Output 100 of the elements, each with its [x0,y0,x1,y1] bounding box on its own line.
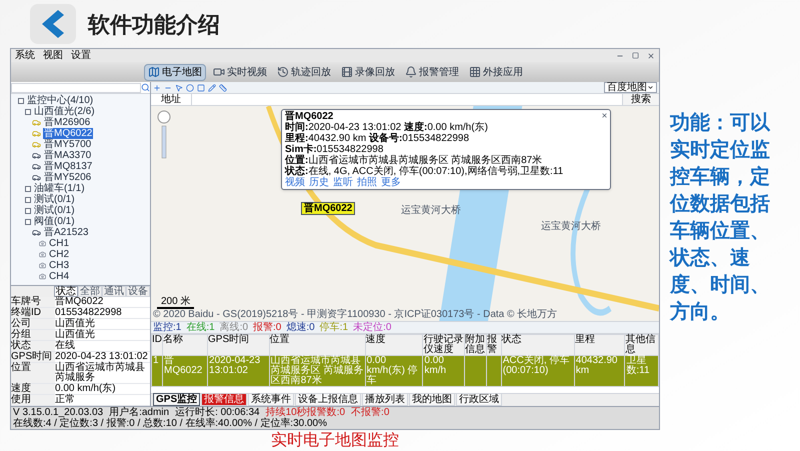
camera-icon [39,240,46,247]
property-tab[interactable]: 全部 [78,286,102,297]
table-cell [464,356,487,386]
status-text: 在线数:4 / 定位数:3 / 报警:0 / 总数:10 / 在线率:40.00% / 定位率:30.00% [13,418,327,429]
ruler-icon[interactable] [219,84,227,92]
maximize-icon[interactable] [632,52,639,59]
tree-item[interactable]: 山西值光(2/6) [33,106,96,117]
camera-icon [39,251,46,258]
popup-link[interactable]: 拍照 [357,177,377,188]
history-icon [277,66,289,78]
group-checkbox-icon[interactable] [25,196,31,202]
tree-search-field[interactable] [11,82,141,92]
vehicle-marker[interactable]: 晋MQ6022 [301,202,356,215]
popup-link[interactable]: 历史 [309,177,329,188]
bottom-tab[interactable]: 设备上报信息 [295,393,362,406]
tree-item[interactable]: 测试(0/1) [33,205,76,216]
legend-item: 监控:1 [153,322,182,333]
popup-text: 里程:40432.90 km 设备号:015534822998 [285,133,470,144]
feature-description: 功能：可以实时定位监控车辆，定位数据包括车辆位置、状态、速度、时间、方向。 [670,111,772,325]
tree-item[interactable]: CH4 [48,271,70,282]
nav-tab[interactable]: 录像回放 [338,64,398,80]
tree-item[interactable]: 监控中心(4/10) [26,95,94,106]
tree-item[interactable]: 油罐车(1/1) [33,183,86,194]
slide-caption: 实时电子地图监控 [271,432,399,450]
pencil-icon[interactable] [208,84,216,92]
zoom-in-icon[interactable] [153,84,161,92]
map-icon [148,66,160,78]
tree-item[interactable]: 晋MY5206 [43,172,92,183]
property-label: 分组 [11,330,55,340]
column-header[interactable]: ID [152,334,162,356]
property-value: 山西值光 [55,330,96,340]
property-value: 正常 [55,395,76,405]
property-value: 山西值光 [55,319,96,329]
search-icon[interactable] [141,83,150,92]
group-checkbox-icon[interactable] [25,186,31,192]
menu-item[interactable]: 视图 [43,50,63,62]
rectangle-icon[interactable] [197,84,205,92]
tree-item[interactable]: 晋MA3370 [43,150,92,161]
table-cell [486,356,502,386]
popup-link[interactable]: 视频 [285,177,305,188]
circle-icon[interactable] [186,84,194,92]
nav-tab[interactable]: 实时视频 [210,64,270,80]
menu-item[interactable]: 设置 [71,50,91,62]
tree-item[interactable]: CH2 [48,249,70,260]
group-checkbox-icon[interactable] [25,108,31,114]
map-copyright: © 2020 Baidu - GS(2019)5218号 - 甲测资字1100930 - 京ICP证030173号 - Data © 长地万方 [153,310,558,320]
property-label: 速度 [11,384,55,394]
column-header[interactable]: 状态 [501,334,574,356]
nav-tab[interactable]: 电子地图 [144,64,206,80]
nav-tab[interactable]: 外接应用 [466,64,526,80]
bottom-tab[interactable]: 播放列表 [362,393,408,406]
group-checkbox-icon[interactable] [25,218,31,224]
legend-item: 未定位:0 [353,322,392,333]
property-tab[interactable]: 状态 [54,286,78,297]
bottom-tab[interactable]: 报警信息 [201,393,248,406]
tree-item[interactable]: 晋MQ6022 [43,128,94,139]
search-button[interactable]: 搜索 [622,94,659,105]
property-label: GPS时间 [11,352,55,362]
chevron-down-icon [647,84,654,91]
legend-item: 在线:1 [186,322,215,333]
nav-tab[interactable]: 报警管理 [402,64,462,80]
nav-tab[interactable]: 轨迹回放 [274,64,334,80]
pointer-icon[interactable] [175,84,183,92]
film-icon [341,66,353,78]
tree-item[interactable]: 晋MY5700 [43,139,92,150]
camera-icon [39,273,46,280]
group-checkbox-icon[interactable] [25,208,31,214]
bottom-tab[interactable]: 行政区域 [456,393,502,406]
legend-item: 离线:0 [220,322,248,333]
table-cell: 晋MQ6022 [162,356,208,386]
tree-item[interactable]: 晋A21523 [43,227,90,238]
menu-item[interactable]: 系统 [15,50,35,62]
property-label: 位置 [11,363,55,383]
legend-item: 报警:0 [253,322,282,333]
tree-item[interactable]: 测试(0/1) [33,194,76,205]
bottom-tab[interactable]: 系统事件 [248,393,294,406]
popup-link[interactable]: 更多 [381,177,401,188]
table-cell: 40432.90 km [574,356,625,386]
status-text: 持续10秒报警数:0 [266,407,346,418]
group-checkbox-icon[interactable] [18,98,24,104]
camera-icon [39,262,46,269]
map-type-select[interactable]: 百度地图 [604,82,657,93]
property-label: 公司 [11,319,55,329]
property-label: 使用 [11,395,55,405]
bottom-tab[interactable]: GPS监控 [153,393,200,406]
popup-link[interactable]: 监听 [333,177,353,188]
close-icon[interactable] [601,112,608,119]
close-icon[interactable] [647,52,655,60]
tree-item[interactable]: 阀值(0/1) [33,216,76,227]
tree-item[interactable]: 晋M26906 [43,117,92,128]
tree-item[interactable]: CH3 [48,260,70,271]
logo-icon [28,2,78,46]
property-label: 车牌号 [11,297,55,307]
zoom-control-icon[interactable] [157,110,171,160]
bottom-tab[interactable]: 我的地图 [409,393,456,406]
slide-title: 软件功能介绍 [88,10,220,38]
tree-item[interactable]: 晋MQ8137 [43,161,94,172]
property-tab[interactable]: 设备 [126,286,150,297]
property-tab[interactable]: 通讯 [102,286,126,297]
tree-item[interactable]: CH1 [48,238,70,249]
